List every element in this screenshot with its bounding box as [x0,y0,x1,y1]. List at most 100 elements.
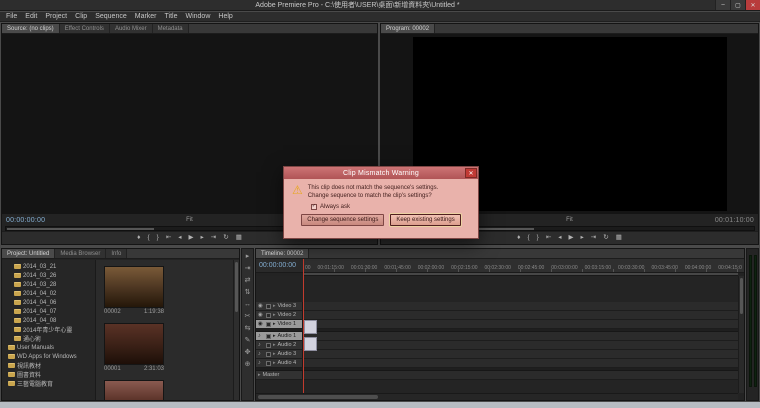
timeline-horizontal-scrollbar-thumb[interactable] [258,395,378,399]
folder-item[interactable]: 2014_03_21 [2,262,95,271]
menu-item[interactable]: Title [161,13,182,20]
toggle-track-audio-icon[interactable]: ♪ [258,333,264,339]
source-monitor-tab[interactable]: Metadata [153,24,189,33]
timeline-track-area[interactable]: ◉ ▸ Video 3 ◉ ▸ Video 2 [256,276,744,393]
menu-item[interactable]: Window [181,13,214,20]
folder-item[interactable]: 2014_04_07 [2,307,95,316]
clip-thumbnail[interactable] [104,380,164,400]
toggle-track-output-icon[interactable]: ◉ [258,312,264,318]
dialog-close-icon[interactable]: ✕ [465,168,477,178]
track-lock-toggle[interactable] [266,322,271,327]
go-to-in-icon[interactable]: ⇤ [546,234,551,242]
track-expand-icon[interactable]: ▸ [273,333,276,339]
export-frame-icon[interactable]: ▦ [616,234,622,242]
video-track-content[interactable] [303,302,744,310]
razor-tool-icon[interactable]: ✂ [245,313,251,320]
mark-in-icon[interactable]: { [527,234,529,242]
toggle-track-audio-icon[interactable]: ♪ [258,351,264,357]
ripple-edit-tool-icon[interactable]: ⇄ [245,277,251,284]
timeline-ruler[interactable]: 0000:01:15:0000:01:30:0000:01:45:0000:02… [303,259,744,272]
pen-tool-icon[interactable]: ✎ [245,337,251,344]
track-lock-toggle[interactable] [266,304,271,309]
audio-track-header[interactable]: ♪ ▸ Audio 2 [256,341,303,349]
folder-item[interactable]: WD Apps for Windows [2,352,95,361]
clip-item[interactable]: 00001 2:31:03 [104,323,164,372]
source-monitor-tab[interactable]: Source: (no clips) [2,24,60,33]
loop-icon[interactable]: ↻ [223,234,228,242]
menu-item[interactable]: Marker [131,13,161,20]
toggle-track-output-icon[interactable]: ◉ [258,321,264,327]
toggle-track-output-icon[interactable]: ◉ [258,303,264,309]
folder-item[interactable]: 三藝電腦教育 [2,379,95,388]
track-expand-icon[interactable]: ▸ [273,321,276,327]
loop-icon[interactable]: ↻ [603,234,608,242]
slip-tool-icon[interactable]: ⇆ [245,325,251,332]
track-lock-toggle[interactable] [266,343,271,348]
master-track-header[interactable]: ▸ Master [256,371,303,379]
rate-stretch-tool-icon[interactable]: ↔ [244,301,251,308]
selection-tool-icon[interactable]: ▸ [246,253,250,260]
track-expand-icon[interactable]: ▸ [273,312,276,318]
folder-item[interactable]: 2014_04_06 [2,298,95,307]
timeline-clip-audio[interactable] [304,337,317,351]
step-forward-icon[interactable]: ▸ [581,234,584,242]
clip-item[interactable]: 00003 2:23:13 [104,380,164,400]
add-marker-icon[interactable]: ♦ [517,234,520,242]
toggle-track-audio-icon[interactable]: ♪ [258,360,264,366]
menu-item[interactable]: Sequence [91,13,131,20]
dialog-title-bar[interactable]: Clip Mismatch Warning ✕ [284,167,478,179]
keep-existing-settings-button[interactable]: Keep existing settings [390,214,460,226]
master-track-content[interactable] [303,371,744,379]
track-select-tool-icon[interactable]: ⇥ [245,265,251,272]
menu-item[interactable]: Project [41,13,71,20]
video-track-header[interactable]: ◉ ▸ Video 1 [256,320,303,328]
export-frame-icon[interactable]: ▦ [236,234,242,242]
menu-item[interactable]: Edit [21,13,41,20]
video-track-header[interactable]: ◉ ▸ Video 2 [256,311,303,319]
step-forward-icon[interactable]: ▸ [201,234,204,242]
close-button-icon[interactable]: ✕ [745,0,760,10]
project-panel-tab[interactable]: Project: Untitled [2,249,55,258]
go-to-out-icon[interactable]: ⇥ [211,234,216,242]
audio-track-content[interactable] [303,341,744,349]
track-lock-toggle[interactable] [266,313,271,318]
folder-item[interactable]: 通心術 [2,334,95,343]
folder-item[interactable]: 2014_03_26 [2,271,95,280]
go-to-in-icon[interactable]: ⇤ [166,234,171,242]
timeline-vertical-scrollbar-thumb[interactable] [740,278,743,314]
folder-item[interactable]: User Manuals [2,343,95,352]
project-panel-tab[interactable]: Info [106,249,127,258]
audio-track-header[interactable]: ♪ ▸ Audio 3 [256,350,303,358]
timeline-horizontal-scrollbar[interactable] [256,393,738,400]
menu-item[interactable]: Clip [71,13,91,20]
title-bar[interactable]: Adobe Premiere Pro - C:\使用者\USER\桌面\新增資料… [0,0,760,11]
zoom-tool-icon[interactable]: ⊕ [245,361,251,368]
video-track-content[interactable] [303,320,744,328]
audio-track-header[interactable]: ♪ ▸ Audio 4 [256,359,303,367]
audio-track-content[interactable] [303,359,744,367]
source-seek-thumb[interactable] [7,228,154,230]
mark-out-icon[interactable]: } [157,234,159,242]
project-panel-tab[interactable]: Media Browser [55,249,106,258]
project-scrollbar-thumb[interactable] [235,262,238,312]
toggle-track-audio-icon[interactable]: ♪ [258,342,264,348]
step-back-icon[interactable]: ◂ [558,234,561,242]
source-monitor-tab[interactable]: Effect Controls [60,24,110,33]
change-sequence-settings-button[interactable]: Change sequence settings [301,214,384,226]
track-expand-icon[interactable]: ▸ [273,360,276,366]
always-ask-checkbox[interactable]: ✓ [311,204,317,210]
timeline-clip-video[interactable] [304,320,317,334]
playhead[interactable] [303,259,304,393]
folder-item[interactable]: 2014_04_08 [2,316,95,325]
mark-in-icon[interactable]: { [147,234,149,242]
track-lock-toggle[interactable] [266,352,271,357]
video-track-header[interactable]: ◉ ▸ Video 3 [256,302,303,310]
go-to-out-icon[interactable]: ⇥ [591,234,596,242]
folder-item[interactable]: 2014年青少年心靈 [2,325,95,334]
video-track-content[interactable] [303,311,744,319]
play-icon[interactable]: ▶ [189,234,194,242]
play-icon[interactable]: ▶ [569,234,574,242]
clip-item[interactable]: 00002 1:19:38 [104,266,164,315]
folder-item[interactable]: 圖書資料 [2,370,95,379]
menu-item[interactable]: Help [214,13,236,20]
